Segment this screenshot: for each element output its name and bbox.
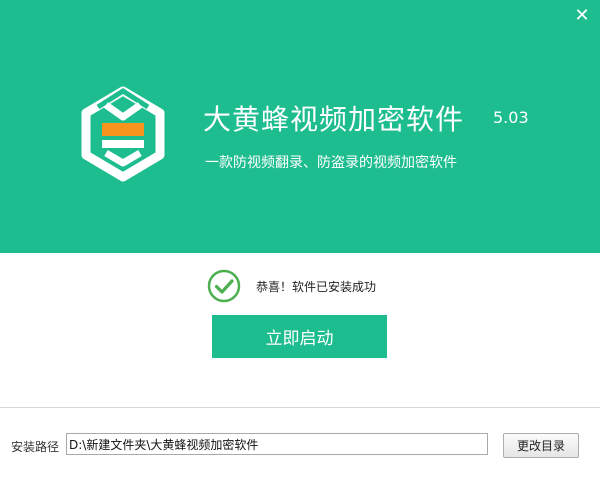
- header-banner: ✕ 大黄蜂视频加密软件 5.03 一款防视频翻录、防盗录的视频加密软件: [0, 0, 600, 253]
- success-message: 恭喜！软件已安装成功: [256, 279, 377, 294]
- close-button[interactable]: ✕: [572, 6, 592, 26]
- app-version: 5.03: [493, 108, 529, 127]
- footer-divider: [0, 407, 600, 408]
- install-path-input[interactable]: [66, 433, 488, 455]
- app-subtitle: 一款防视频翻录、防盗录的视频加密软件: [205, 155, 457, 171]
- close-icon: ✕: [574, 5, 590, 26]
- change-directory-button[interactable]: 更改目录: [503, 433, 579, 458]
- install-path-label: 安装路径: [11, 440, 60, 454]
- app-logo-icon: [81, 86, 165, 182]
- app-title: 大黄蜂视频加密软件: [203, 103, 465, 136]
- launch-now-button[interactable]: 立即启动: [212, 315, 387, 358]
- install-status: 恭喜！软件已安装成功: [207, 268, 376, 304]
- check-circle-icon: [207, 269, 241, 303]
